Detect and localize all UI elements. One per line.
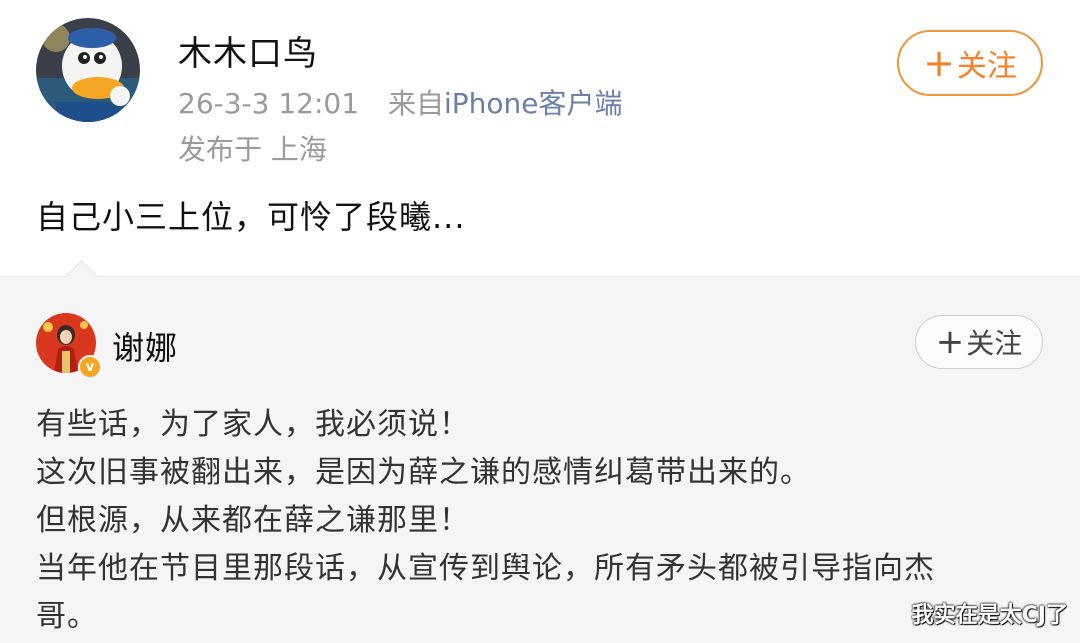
- post-timestamp: 26-3-3 12:01: [178, 87, 360, 120]
- post-text: 自己小三上位，可怜了段曦...: [36, 198, 466, 236]
- repost-text-line: 有些话，为了家人，我必须说！: [36, 407, 470, 442]
- post-username[interactable]: 木木口鸟: [178, 26, 318, 75]
- repost-text-line: 当年他在节目里那段话，从宣传到舆论，所有矛头都被引导指向杰: [36, 551, 935, 586]
- repost-text-line: 这次旧事被翻出来，是因为薛之谦的感情纠葛带出来的。: [36, 455, 811, 490]
- repost-text: 有些话，为了家人，我必须说！ 这次旧事被翻出来，是因为薛之谦的感情纠葛带出来的。…: [36, 401, 935, 641]
- avatar-image: [36, 18, 140, 122]
- repost-follow-button-label: 关注: [966, 327, 1023, 360]
- post-source-prefix: 来自: [387, 87, 444, 120]
- watermark: 我实在是太CJ了: [911, 603, 1068, 628]
- weibo-post-screen: 木木口鸟 26-3-3 12:01 来自iPhone客户端 发布于 上海 + 关…: [0, 0, 1080, 643]
- avatar[interactable]: [36, 18, 140, 122]
- plus-icon: +: [935, 322, 965, 362]
- follow-button-label: 关注: [956, 49, 1017, 84]
- repost-card[interactable]: v 谢娜 + 关注 有些话，为了家人，我必须说！ 这次旧事被翻出来，是因为薛之谦…: [0, 260, 1080, 643]
- repost-text-line: 哥。: [36, 599, 98, 634]
- post-location: 发布于 上海: [178, 133, 327, 166]
- post-header: 木木口鸟 26-3-3 12:01 来自iPhone客户端 发布于 上海 + 关…: [0, 0, 1080, 270]
- repost-username[interactable]: 谢娜: [112, 323, 178, 369]
- plus-icon: +: [923, 41, 955, 85]
- post-source-device[interactable]: iPhone客户端: [444, 87, 623, 120]
- post-meta: 26-3-3 12:01 来自iPhone客户端: [178, 82, 623, 122]
- verified-badge-icon: v: [78, 355, 102, 379]
- follow-button[interactable]: + 关注: [897, 30, 1043, 96]
- repost-text-line: 但根源，从来都在薛之谦那里！: [36, 503, 470, 538]
- repost-follow-button[interactable]: + 关注: [915, 315, 1043, 369]
